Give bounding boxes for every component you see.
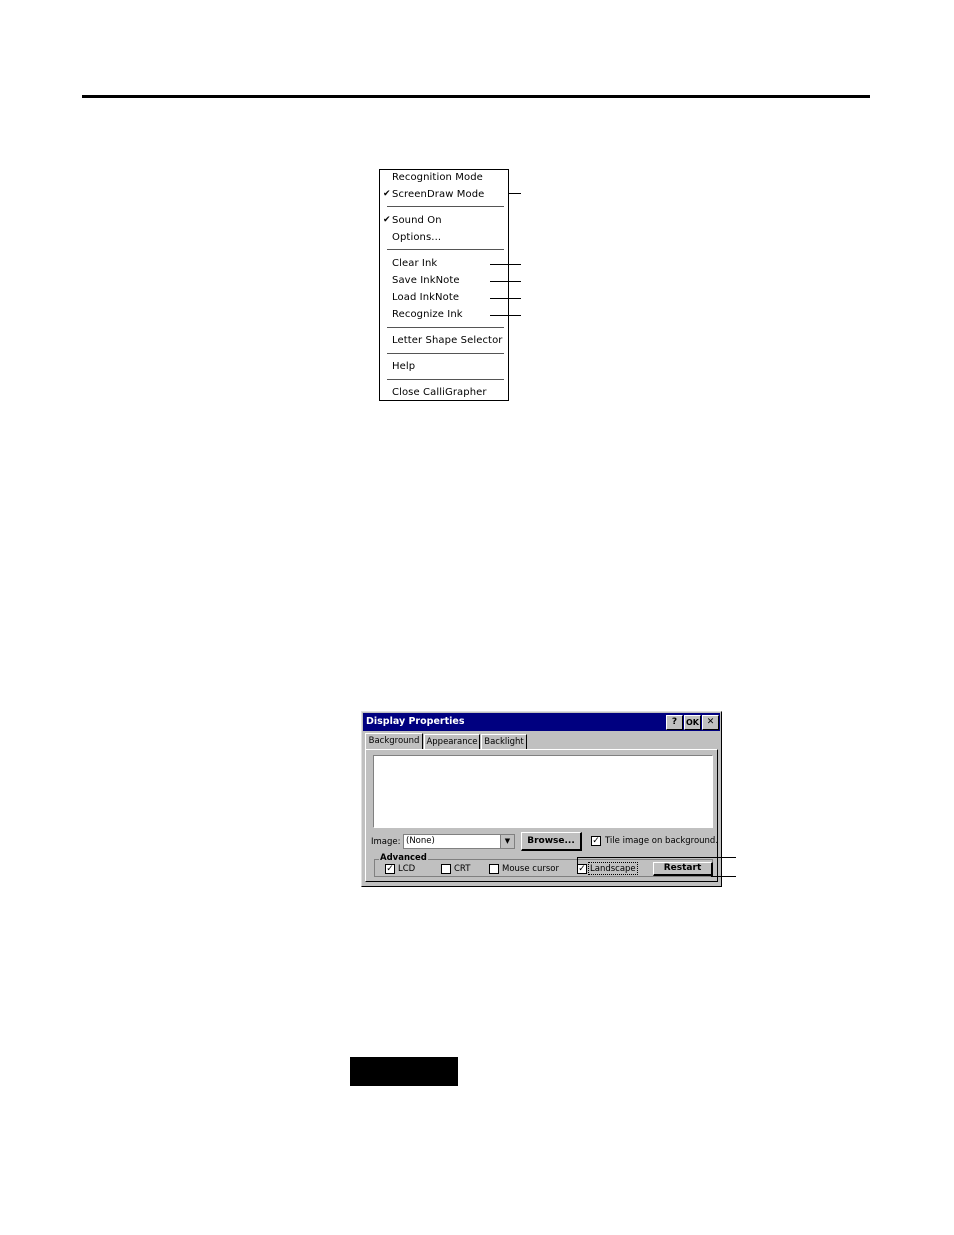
callout-line xyxy=(490,264,521,265)
callout-line xyxy=(577,857,736,858)
menu-item-load-inknote[interactable]: Load InkNote xyxy=(380,289,508,306)
tile-checkbox[interactable]: ✓ xyxy=(591,836,601,846)
page-header-rule xyxy=(82,95,870,98)
crt-checkbox[interactable] xyxy=(441,864,451,874)
menu-item-letter-shape-selector[interactable]: Letter Shape Selector xyxy=(380,332,508,349)
menu-separator xyxy=(387,206,504,207)
menu-separator xyxy=(387,249,504,250)
lcd-checkbox[interactable]: ✓ xyxy=(385,864,395,874)
callout-line xyxy=(490,298,521,299)
menu-item-options[interactable]: Options... xyxy=(380,229,508,246)
menu-item-save-inknote[interactable]: Save InkNote xyxy=(380,272,508,289)
redaction-box xyxy=(350,1057,458,1086)
close-icon[interactable]: ✕ xyxy=(702,715,719,730)
checkmark-icon: ✔ xyxy=(383,215,391,225)
tab-background[interactable]: Background xyxy=(365,733,423,750)
chevron-down-icon[interactable]: ▼ xyxy=(500,835,514,848)
menu-item-label: Sound On xyxy=(392,215,442,226)
menu-item-label: Options... xyxy=(392,232,442,243)
landscape-checkbox[interactable]: ✓ xyxy=(577,864,587,874)
dialog-title: Display Properties xyxy=(366,716,465,727)
menu-item-recognize-ink[interactable]: Recognize Ink xyxy=(380,306,508,323)
menu-separator xyxy=(387,353,504,354)
browse-button[interactable]: Browse... xyxy=(521,832,582,851)
callout-line xyxy=(490,281,521,282)
menu-separator xyxy=(387,327,504,328)
tab-strip: Background Appearance Backlight xyxy=(365,733,721,750)
callout-line xyxy=(509,193,521,194)
display-properties-dialog: Display Properties ? OK ✕ Background App… xyxy=(361,711,722,887)
crt-label: CRT xyxy=(454,864,471,874)
ok-button[interactable]: OK xyxy=(684,715,701,730)
menu-item-sound-on[interactable]: ✔ Sound On xyxy=(380,212,508,229)
background-tab-panel: Image: (None) ▼ Browse... ✓ Tile image o… xyxy=(365,749,718,882)
tile-label: Tile image on background. xyxy=(605,836,719,846)
menu-item-label: ScreenDraw Mode xyxy=(392,189,485,200)
checkmark-icon: ✔ xyxy=(383,189,391,199)
menu-item-label: Save InkNote xyxy=(392,275,460,286)
menu-item-label: Help xyxy=(392,361,416,372)
menu-item-label: Recognize Ink xyxy=(392,309,463,320)
menu-item-label: Close CalliGrapher xyxy=(392,387,487,398)
help-button[interactable]: ? xyxy=(666,715,683,730)
image-label: Image: xyxy=(371,837,401,847)
menu-item-label: Letter Shape Selector xyxy=(392,335,503,346)
menu-item-label: Clear Ink xyxy=(392,258,438,269)
dialog-titlebar[interactable]: Display Properties ? OK ✕ xyxy=(363,713,720,731)
restart-button[interactable]: Restart xyxy=(653,862,713,876)
mouse-cursor-checkbox[interactable] xyxy=(489,864,499,874)
menu-item-help[interactable]: Help xyxy=(380,358,508,375)
menu-item-label: Load InkNote xyxy=(392,292,460,303)
menu-item-clear-ink[interactable]: Clear Ink xyxy=(380,255,508,272)
focus-rect xyxy=(588,862,638,875)
menu-item-recognition-mode[interactable]: Recognition Mode xyxy=(380,169,508,186)
calligrapher-context-menu: Recognition Mode ✔ ScreenDraw Mode ✔ Sou… xyxy=(379,169,509,401)
image-select[interactable]: (None) ▼ xyxy=(403,834,515,849)
callout-line xyxy=(490,315,521,316)
callout-line xyxy=(577,857,578,865)
menu-item-close-calligrapher[interactable]: Close CalliGrapher xyxy=(380,384,508,401)
background-preview xyxy=(373,755,713,828)
callout-line xyxy=(711,876,736,877)
menu-item-label: Recognition Mode xyxy=(392,172,483,183)
image-select-value: (None) xyxy=(406,836,435,846)
advanced-group: Advanced ✓ LCD CRT Mouse cursor ✓ Landsc… xyxy=(374,853,713,877)
mouse-cursor-label: Mouse cursor xyxy=(502,864,559,874)
advanced-group-title: Advanced xyxy=(379,853,428,863)
menu-separator xyxy=(387,379,504,380)
lcd-label: LCD xyxy=(398,864,416,874)
tab-appearance[interactable]: Appearance xyxy=(424,734,480,749)
tab-backlight[interactable]: Backlight xyxy=(481,734,527,749)
menu-item-screendraw-mode[interactable]: ✔ ScreenDraw Mode xyxy=(380,186,508,203)
